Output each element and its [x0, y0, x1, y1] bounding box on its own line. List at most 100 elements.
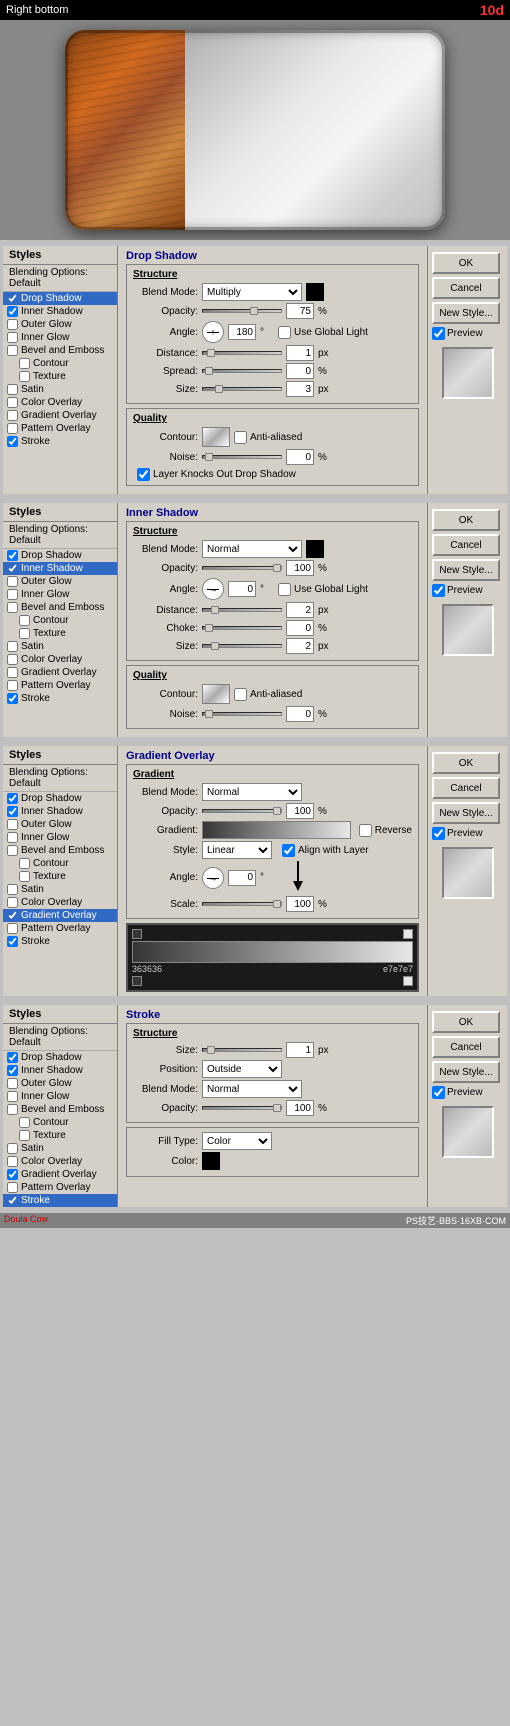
style-contour-4[interactable]: Contour: [3, 1116, 117, 1129]
distance-input-2[interactable]: [286, 602, 314, 618]
style-bevel-emboss-4[interactable]: Bevel and Emboss: [3, 1103, 117, 1116]
style-texture-2[interactable]: Texture: [3, 627, 117, 640]
spread-slider-1[interactable]: [202, 369, 282, 373]
go-angle-input[interactable]: [228, 870, 256, 886]
style-satin-cb-2[interactable]: [7, 641, 18, 652]
style-pattern-overlay-cb-4[interactable]: [7, 1182, 18, 1193]
contour-thumb-2[interactable]: [202, 684, 230, 704]
style-drop-shadow-cb-2[interactable]: [7, 550, 18, 561]
style-inner-glow-2[interactable]: Inner Glow: [3, 588, 117, 601]
style-contour-1[interactable]: Contour: [3, 357, 117, 370]
noise-slider-2[interactable]: [202, 712, 282, 716]
style-drop-shadow-1[interactable]: Drop Shadow: [3, 292, 117, 305]
style-satin-cb-1[interactable]: [7, 384, 18, 395]
style-bevel-emboss-cb-3[interactable]: [7, 845, 18, 856]
style-satin-4[interactable]: Satin: [3, 1142, 117, 1155]
style-gradient-overlay-cb-1[interactable]: [7, 410, 18, 421]
go-style-select[interactable]: Linear: [202, 841, 272, 859]
opacity-slider-2[interactable]: [202, 566, 282, 570]
ok-button-2[interactable]: OK: [432, 509, 500, 531]
style-inner-shadow-cb-4[interactable]: [7, 1065, 18, 1076]
style-inner-glow-3[interactable]: Inner Glow: [3, 831, 117, 844]
style-drop-shadow-3[interactable]: Drop Shadow: [3, 792, 117, 805]
gradient-bottom-left[interactable]: [132, 976, 142, 986]
preview-cb-1[interactable]: [432, 327, 445, 340]
align-layer-cb[interactable]: [282, 844, 295, 857]
style-contour-cb-4[interactable]: [19, 1117, 30, 1128]
style-satin-2[interactable]: Satin: [3, 640, 117, 653]
opacity-input-2[interactable]: [286, 560, 314, 576]
anti-aliased-cb-2[interactable]: [234, 688, 247, 701]
style-inner-glow-1[interactable]: Inner Glow: [3, 331, 117, 344]
style-inner-glow-cb-4[interactable]: [7, 1091, 18, 1102]
style-inner-glow-4[interactable]: Inner Glow: [3, 1090, 117, 1103]
style-pattern-overlay-cb-2[interactable]: [7, 680, 18, 691]
stroke-opacity-slider[interactable]: [202, 1106, 282, 1110]
style-stroke-cb-2[interactable]: [7, 693, 18, 704]
angle-dial-2[interactable]: →: [202, 578, 224, 600]
style-pattern-overlay-1[interactable]: Pattern Overlay: [3, 422, 117, 435]
style-color-overlay-cb-3[interactable]: [7, 897, 18, 908]
blend-mode-select-2[interactable]: Normal: [202, 540, 302, 558]
style-gradient-overlay-3[interactable]: Gradient Overlay: [3, 909, 117, 922]
style-stroke-cb-1[interactable]: [7, 436, 18, 447]
go-scale-input[interactable]: [286, 896, 314, 912]
gradient-stop-left[interactable]: [132, 929, 142, 939]
style-pattern-overlay-4[interactable]: Pattern Overlay: [3, 1181, 117, 1194]
ok-button-4[interactable]: OK: [432, 1011, 500, 1033]
style-outer-glow-2[interactable]: Outer Glow: [3, 575, 117, 588]
cancel-button-1[interactable]: Cancel: [432, 277, 500, 299]
style-bevel-emboss-cb-1[interactable]: [7, 345, 18, 356]
style-contour-cb-1[interactable]: [19, 358, 30, 369]
style-bevel-emboss-1[interactable]: Bevel and Emboss: [3, 344, 117, 357]
size-input-2[interactable]: [286, 638, 314, 654]
style-satin-1[interactable]: Satin: [3, 383, 117, 396]
style-outer-glow-1[interactable]: Outer Glow: [3, 318, 117, 331]
blend-color-1[interactable]: [306, 283, 324, 301]
style-texture-cb-1[interactable]: [19, 371, 30, 382]
gradient-bottom-right[interactable]: [403, 976, 413, 986]
style-inner-shadow-cb-2[interactable]: [7, 563, 18, 574]
style-color-overlay-1[interactable]: Color Overlay: [3, 396, 117, 409]
style-drop-shadow-cb-1[interactable]: [7, 293, 18, 304]
style-bevel-emboss-cb-2[interactable]: [7, 602, 18, 613]
style-outer-glow-cb-3[interactable]: [7, 819, 18, 830]
style-stroke-cb-3[interactable]: [7, 936, 18, 947]
style-texture-3[interactable]: Texture: [3, 870, 117, 883]
style-color-overlay-cb-2[interactable]: [7, 654, 18, 665]
new-style-button-4[interactable]: New Style...: [432, 1061, 500, 1083]
blend-mode-select-1[interactable]: Multiply: [202, 283, 302, 301]
style-gradient-overlay-1[interactable]: Gradient Overlay: [3, 409, 117, 422]
stroke-blend-select[interactable]: Normal: [202, 1080, 302, 1098]
style-color-overlay-4[interactable]: Color Overlay: [3, 1155, 117, 1168]
anti-aliased-cb-1[interactable]: [234, 431, 247, 444]
style-color-overlay-3[interactable]: Color Overlay: [3, 896, 117, 909]
style-drop-shadow-4[interactable]: Drop Shadow: [3, 1051, 117, 1064]
style-inner-shadow-2[interactable]: Inner Shadow: [3, 562, 117, 575]
opacity-input-1[interactable]: [286, 303, 314, 319]
gradient-editor[interactable]: 363636 e7e7e7: [126, 923, 419, 992]
style-inner-shadow-cb-3[interactable]: [7, 806, 18, 817]
style-inner-shadow-4[interactable]: Inner Shadow: [3, 1064, 117, 1077]
gradient-bar-preview[interactable]: [202, 821, 351, 839]
opacity-slider-1[interactable]: [202, 309, 282, 313]
style-stroke-1[interactable]: Stroke: [3, 435, 117, 448]
style-pattern-overlay-cb-3[interactable]: [7, 923, 18, 934]
angle-input-1[interactable]: [228, 324, 256, 340]
cancel-button-2[interactable]: Cancel: [432, 534, 500, 556]
style-contour-cb-3[interactable]: [19, 858, 30, 869]
style-stroke-4[interactable]: Stroke: [3, 1194, 117, 1207]
angle-dial-1[interactable]: ↑: [202, 321, 224, 343]
style-color-overlay-cb-4[interactable]: [7, 1156, 18, 1167]
style-gradient-overlay-cb-3[interactable]: [7, 910, 18, 921]
style-drop-shadow-2[interactable]: Drop Shadow: [3, 549, 117, 562]
reverse-cb[interactable]: [359, 824, 372, 837]
preview-cb-2[interactable]: [432, 584, 445, 597]
style-texture-1[interactable]: Texture: [3, 370, 117, 383]
go-opacity-slider[interactable]: [202, 809, 282, 813]
new-style-button-3[interactable]: New Style...: [432, 802, 500, 824]
style-gradient-overlay-4[interactable]: Gradient Overlay: [3, 1168, 117, 1181]
stroke-fill-type-select[interactable]: Color: [202, 1132, 272, 1150]
style-inner-shadow-1[interactable]: Inner Shadow: [3, 305, 117, 318]
global-light-cb-2[interactable]: [278, 583, 291, 596]
